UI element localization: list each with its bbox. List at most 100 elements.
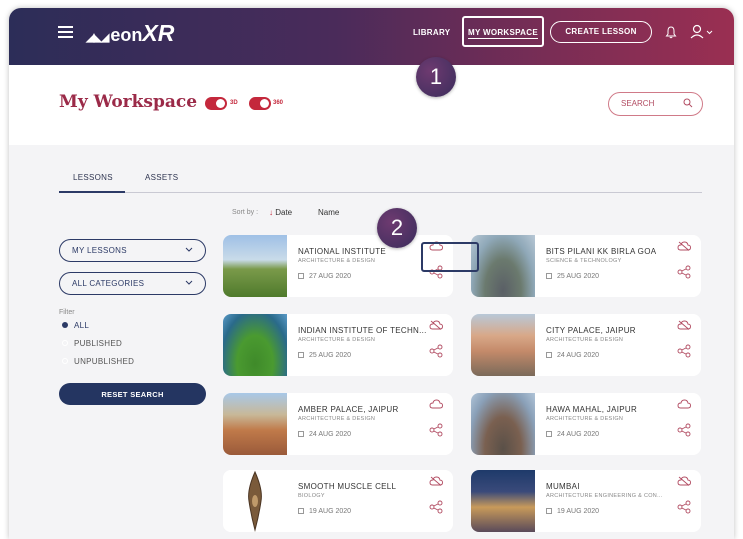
nav-my-workspace-link[interactable]: MY WORKSPACE	[462, 16, 544, 47]
lesson-card[interactable]: MUMBAI ARCHITECTURE ENGINEERING & CON...…	[471, 470, 701, 532]
calendar-icon	[546, 508, 552, 514]
app-window: ◢◣◢ eon XR LIBRARY MY WORKSPACE CREATE LES…	[9, 8, 734, 539]
lesson-thumbnail	[471, 470, 535, 532]
my-lessons-dropdown[interactable]: MY LESSONS	[59, 239, 206, 262]
lesson-title: SMOOTH MUSCLE CELL	[298, 482, 397, 491]
share-icon[interactable]	[677, 423, 691, 437]
lesson-date: 19 AUG 2020	[546, 508, 599, 515]
lesson-thumbnail	[223, 235, 287, 297]
eonxr-logo[interactable]: ◢◣◢ eon XR	[86, 20, 174, 47]
lesson-date-text: 25 AUG 2020	[309, 352, 352, 359]
lesson-date-text: 24 AUG 2020	[557, 431, 600, 438]
lesson-thumbnail	[223, 470, 287, 532]
lesson-card[interactable]: AMBER PALACE, JAIPUR ARCHITECTURE & DESI…	[223, 393, 453, 455]
lesson-card[interactable]: INDIAN INSTITUTE OF TECHN... ARCHITECTUR…	[223, 314, 453, 376]
reset-search-button[interactable]: RESET SEARCH	[59, 383, 206, 405]
toggle-3d-label: 3D	[230, 100, 238, 106]
tabs-divider	[59, 192, 702, 193]
lesson-date: 27 AUG 2020	[298, 273, 351, 280]
lesson-date-text: 19 AUG 2020	[309, 508, 352, 515]
lesson-date: 25 AUG 2020	[546, 273, 599, 280]
lesson-card[interactable]: CITY PALACE, JAIPUR ARCHITECTURE & DESIG…	[471, 314, 701, 376]
cloud-off-icon[interactable]	[429, 476, 443, 486]
lesson-date-text: 24 AUG 2020	[557, 352, 600, 359]
sort-by-label: Sort by :	[232, 209, 259, 216]
calendar-icon	[546, 273, 552, 279]
filter-label: Filter	[59, 309, 75, 316]
cloud-off-icon[interactable]	[677, 320, 691, 330]
search-input[interactable]: SEARCH	[608, 92, 703, 116]
lesson-date: 25 AUG 2020	[298, 352, 351, 359]
lesson-thumbnail	[223, 314, 287, 376]
step-badge-2: 2	[377, 208, 417, 248]
filter-published-radio[interactable]: PUBLISHED	[62, 339, 122, 348]
lesson-title: INDIAN INSTITUTE OF TECHN...	[298, 326, 427, 335]
filter-published-label: PUBLISHED	[74, 339, 123, 348]
lesson-date-text: 25 AUG 2020	[557, 273, 600, 280]
share-icon[interactable]	[429, 423, 443, 437]
tab-active-indicator	[59, 191, 125, 193]
chevron-down-icon	[185, 280, 193, 285]
lesson-category: ARCHITECTURE & DESIGN	[298, 258, 376, 264]
lesson-category: BIOLOGY	[298, 493, 325, 499]
top-navigation-bar: ◢◣◢ eon XR LIBRARY MY WORKSPACE CREATE LES…	[9, 8, 734, 65]
calendar-icon	[298, 352, 304, 358]
toggle-3d-switch[interactable]	[205, 97, 227, 110]
lesson-date-text: 19 AUG 2020	[557, 508, 600, 515]
sort-by-date-button[interactable]: ↓ Date	[269, 208, 292, 217]
all-categories-value: ALL CATEGORIES	[72, 279, 145, 288]
share-icon[interactable]	[677, 265, 691, 279]
cloud-off-icon[interactable]	[429, 320, 443, 330]
tab-assets[interactable]: ASSETS	[145, 173, 178, 182]
cloud-icon[interactable]	[429, 399, 443, 409]
lesson-date: 24 AUG 2020	[546, 431, 599, 438]
cloud-highlight-box	[421, 242, 479, 272]
hamburger-menu-icon[interactable]	[58, 26, 73, 38]
cloud-off-icon[interactable]	[677, 476, 691, 486]
lesson-category: SCIENCE & TECHNOLOGY	[546, 258, 622, 264]
share-icon[interactable]	[429, 500, 443, 514]
user-profile-icon[interactable]	[690, 24, 714, 39]
bell-icon[interactable]	[665, 26, 677, 39]
lesson-thumbnail	[471, 393, 535, 455]
lesson-category: ARCHITECTURE & DESIGN	[298, 416, 376, 422]
lesson-date-text: 24 AUG 2020	[309, 431, 352, 438]
lesson-date: 24 AUG 2020	[298, 431, 351, 438]
lesson-category: ARCHITECTURE & DESIGN	[546, 337, 624, 343]
sort-by-name-button[interactable]: Name	[318, 208, 339, 217]
share-icon[interactable]	[677, 344, 691, 358]
cloud-icon[interactable]	[677, 399, 691, 409]
lesson-date-text: 27 AUG 2020	[309, 273, 352, 280]
lesson-thumbnail	[471, 314, 535, 376]
lesson-card[interactable]: HAWA MAHAL, JAIPUR ARCHITECTURE & DESIGN…	[471, 393, 701, 455]
share-icon[interactable]	[429, 344, 443, 358]
nav-library-link[interactable]: LIBRARY	[413, 28, 450, 37]
lesson-title: MUMBAI	[546, 482, 580, 491]
lesson-card[interactable]: NATIONAL INSTITUTE ARCHITECTURE & DESIGN…	[223, 235, 453, 297]
calendar-icon	[298, 508, 304, 514]
tab-lessons[interactable]: LESSONS	[73, 173, 113, 182]
calendar-icon	[298, 431, 304, 437]
filter-unpublished-label: UNPUBLISHED	[74, 357, 135, 366]
calendar-icon	[546, 352, 552, 358]
lesson-card[interactable]: SMOOTH MUSCLE CELL BIOLOGY 19 AUG 2020	[223, 470, 453, 532]
lesson-title: CITY PALACE, JAIPUR	[546, 326, 636, 335]
lesson-category: ARCHITECTURE & DESIGN	[298, 337, 376, 343]
lesson-title: NATIONAL INSTITUTE	[298, 247, 387, 256]
search-icon[interactable]	[683, 98, 693, 108]
share-icon[interactable]	[677, 500, 691, 514]
filter-all-radio[interactable]: ALL	[62, 321, 89, 330]
my-lessons-value: MY LESSONS	[72, 246, 127, 255]
create-lesson-button[interactable]: CREATE LESSON	[550, 21, 652, 43]
search-placeholder: SEARCH	[621, 99, 655, 108]
filter-unpublished-radio[interactable]: UNPUBLISHED	[62, 357, 134, 366]
toggle-360-switch[interactable]	[249, 97, 271, 110]
cloud-off-icon[interactable]	[677, 241, 691, 251]
page-title: My Workspace	[59, 92, 198, 112]
muscle-cell-image	[248, 470, 262, 532]
lesson-category: ARCHITECTURE ENGINEERING & CON...	[546, 493, 663, 499]
lesson-card[interactable]: BITS PILANI KK BIRLA GOA SCIENCE & TECHN…	[471, 235, 701, 297]
sort-down-arrow-icon: ↓	[269, 208, 273, 217]
all-categories-dropdown[interactable]: ALL CATEGORIES	[59, 272, 206, 295]
step-badge-1: 1	[416, 57, 456, 97]
